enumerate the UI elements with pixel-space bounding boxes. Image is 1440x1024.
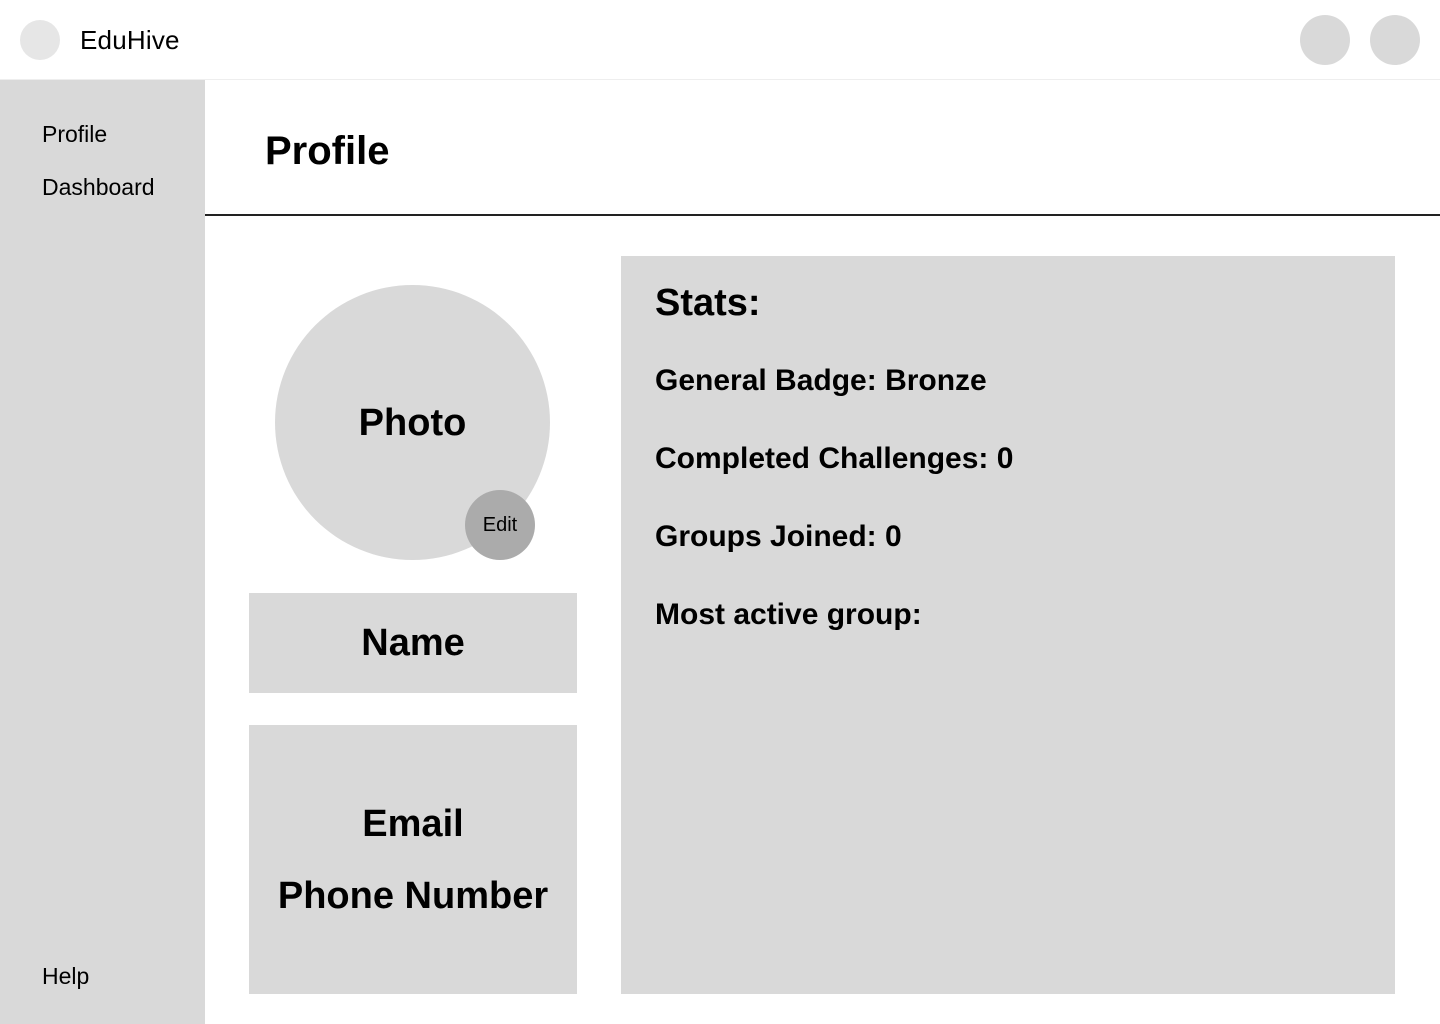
app-title: EduHive — [80, 25, 180, 55]
header-divider — [205, 214, 1440, 216]
logo-icon[interactable] — [20, 20, 60, 60]
sidebar-item-help[interactable]: Help — [42, 962, 89, 990]
sidebar: Profile Dashboard Help — [0, 80, 205, 1024]
top-bar: EduHive — [0, 0, 1440, 80]
name-card: Name — [249, 593, 577, 693]
name-label: Name — [361, 622, 465, 664]
phone-number-label: Phone Number — [277, 875, 549, 917]
email-label: Email — [362, 803, 464, 845]
stat-general-badge: General Badge: Bronze — [655, 364, 987, 397]
sidebar-item-dashboard[interactable]: Dashboard — [42, 173, 155, 201]
stats-title: Stats: — [655, 282, 761, 324]
stat-completed-challenges: Completed Challenges: 0 — [655, 442, 1014, 475]
stat-groups-joined: Groups Joined: 0 — [655, 520, 902, 553]
page-title: Profile — [265, 129, 390, 173]
avatar[interactable] — [1370, 15, 1420, 65]
photo-label: Photo — [358, 401, 467, 444]
contact-card: Email Phone Number — [249, 725, 577, 994]
notifications-icon[interactable] — [1300, 15, 1350, 65]
stats-panel: Stats: General Badge: Bronze Completed C… — [621, 256, 1395, 994]
stat-most-active-group: Most active group: — [655, 598, 922, 631]
edit-photo-button[interactable]: Edit — [465, 490, 535, 560]
sidebar-item-profile[interactable]: Profile — [42, 120, 107, 148]
